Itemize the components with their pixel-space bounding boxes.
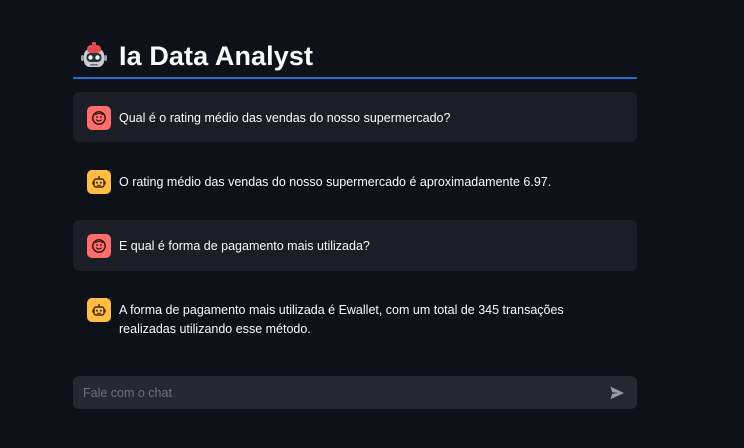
chat-input-bar [73, 375, 637, 410]
send-icon [610, 386, 624, 399]
message-text: Qual é o rating médio das vendas do noss… [119, 111, 451, 125]
chat-message-assistant: A forma de pagamento mais utilizada é Ew… [73, 284, 637, 344]
page-title: Ia Data Analyst [119, 40, 314, 71]
user-face-icon [87, 106, 111, 130]
user-face-icon [87, 234, 111, 258]
robot-face-icon [77, 39, 111, 73]
header-divider [73, 77, 637, 79]
chat-input[interactable] [81, 375, 607, 410]
send-button[interactable] [607, 383, 627, 403]
chat-message-assistant: O rating médio das vendas do nosso super… [73, 156, 637, 206]
chat-message-user: Qual é o rating médio das vendas do noss… [73, 92, 637, 142]
robot-icon [87, 298, 111, 322]
page-header: Ia Data Analyst [73, 34, 637, 78]
robot-icon [87, 170, 111, 194]
chat-message-user: E qual é forma de pagamento mais utiliza… [73, 220, 637, 271]
message-text: A forma de pagamento mais utilizada é Ew… [119, 303, 564, 336]
chat-app: Ia Data Analyst Qual é o rating médio da… [0, 0, 744, 448]
message-text: E qual é forma de pagamento mais utiliza… [119, 239, 370, 253]
message-text: O rating médio das vendas do nosso super… [119, 175, 552, 189]
